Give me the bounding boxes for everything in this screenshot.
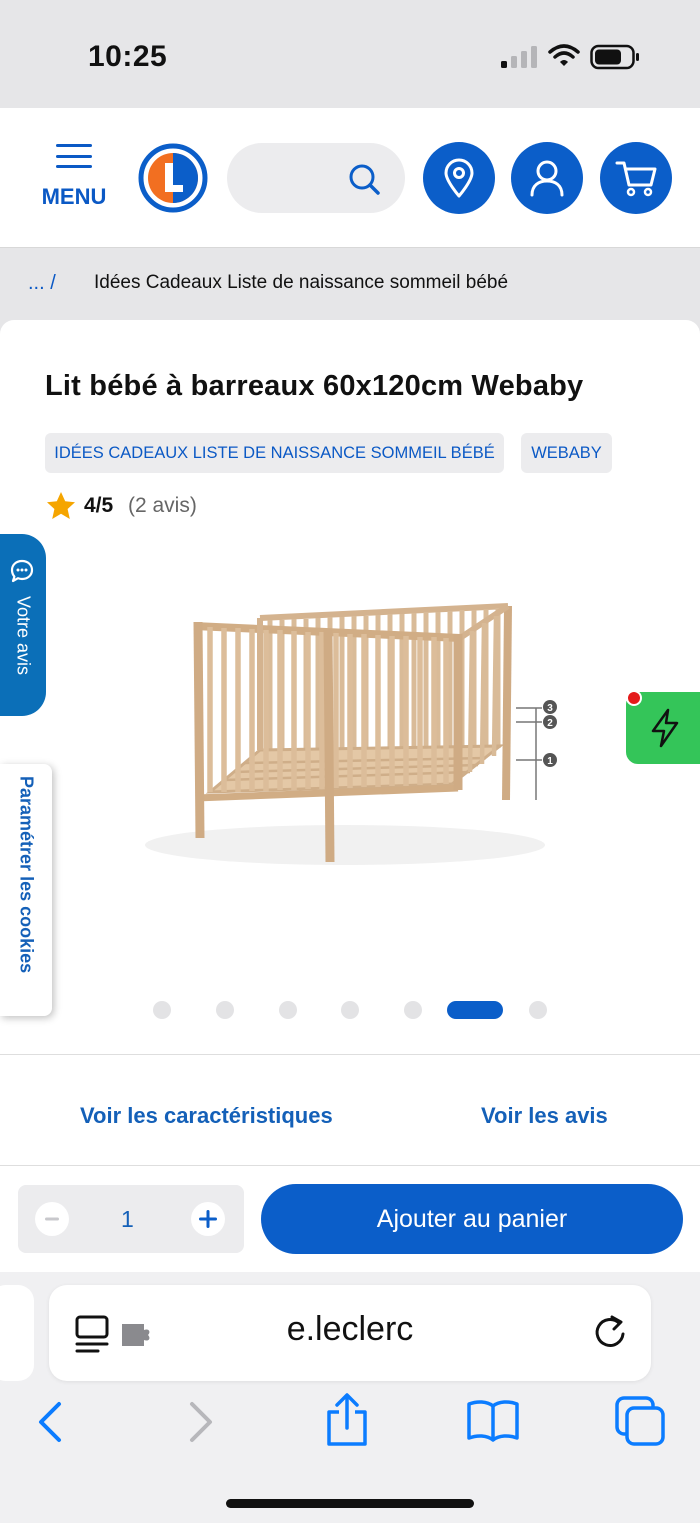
- increase-quantity-button[interactable]: [191, 1202, 225, 1236]
- divider: [0, 1165, 700, 1166]
- bookmarks-icon[interactable]: [465, 1398, 521, 1444]
- menu-label: MENU: [41, 184, 107, 209]
- leclerc-logo[interactable]: [138, 143, 208, 213]
- svg-text:2: 2: [547, 718, 553, 729]
- notification-dot: [626, 690, 642, 706]
- divider: [0, 1054, 700, 1055]
- plus-icon: [199, 1210, 217, 1228]
- carousel-dot[interactable]: [529, 1001, 547, 1019]
- carousel-dot[interactable]: [216, 1001, 234, 1019]
- cookie-settings-tab[interactable]: Paramétrer les cookies: [0, 764, 52, 1016]
- brand-tag[interactable]: WEBABY: [521, 433, 612, 473]
- share-icon[interactable]: [324, 1392, 370, 1448]
- carousel-dot[interactable]: [341, 1001, 359, 1019]
- forward-icon[interactable]: [185, 1400, 217, 1444]
- height-marker-1: 1: [543, 753, 557, 767]
- carousel-dot[interactable]: [279, 1001, 297, 1019]
- map-pin-icon: [444, 158, 474, 198]
- cellular-signal-icon: [501, 46, 537, 68]
- carousel-dot[interactable]: [404, 1001, 422, 1019]
- star-icon: [47, 492, 75, 519]
- rating-score: 4/5: [84, 494, 114, 517]
- back-icon[interactable]: [34, 1400, 66, 1444]
- wifi-icon: [548, 44, 580, 66]
- see-reviews-link[interactable]: Voir les avis: [481, 1103, 608, 1129]
- svg-text:1: 1: [547, 756, 553, 767]
- category-tag[interactable]: IDÉES CADEAUX LISTE DE NAISSANCE SOMMEIL…: [45, 433, 504, 473]
- svg-text:3: 3: [547, 703, 553, 714]
- feedback-tab-label: Votre avis: [13, 596, 34, 676]
- reload-icon[interactable]: [592, 1314, 628, 1352]
- product-title: Lit bébé à barreaux 60x120cm Webaby: [45, 370, 584, 402]
- add-to-cart-button[interactable]: Ajouter au panier: [261, 1184, 683, 1254]
- carousel-dot[interactable]: [153, 1001, 171, 1019]
- cart-icon: [615, 161, 657, 197]
- breadcrumb-back-link[interactable]: ... /: [28, 272, 56, 295]
- breadcrumb-current[interactable]: Idées Cadeaux Liste de naissance sommeil…: [94, 272, 508, 294]
- search-icon[interactable]: [347, 162, 381, 196]
- rating-count[interactable]: (2 avis): [128, 494, 197, 518]
- height-marker-3: 3: [543, 700, 557, 714]
- battery-icon: [590, 44, 639, 70]
- minus-icon: [45, 1217, 59, 1221]
- quantity-value[interactable]: 1: [121, 1206, 134, 1233]
- home-indicator: [226, 1499, 474, 1508]
- tabs-icon[interactable]: [613, 1394, 667, 1448]
- menu-button[interactable]: MENU: [34, 144, 114, 214]
- height-marker-2: 2: [543, 715, 557, 729]
- lightning-icon: [651, 708, 679, 748]
- store-locator-button[interactable]: [423, 142, 495, 214]
- account-button[interactable]: [511, 142, 583, 214]
- see-features-link[interactable]: Voir les caractéristiques: [80, 1103, 333, 1129]
- chat-bubble-icon: [10, 559, 34, 583]
- hamburger-icon: [56, 144, 92, 168]
- cookie-settings-label: Paramétrer les cookies: [16, 776, 37, 974]
- feedback-tab[interactable]: Votre avis: [0, 534, 46, 716]
- carousel-dot[interactable]: [447, 1001, 503, 1019]
- status-time: 10:25: [88, 40, 168, 73]
- user-icon: [530, 160, 564, 197]
- product-image[interactable]: 3 2 1: [120, 560, 590, 890]
- cart-button[interactable]: [600, 142, 672, 214]
- decrease-quantity-button[interactable]: [35, 1202, 69, 1236]
